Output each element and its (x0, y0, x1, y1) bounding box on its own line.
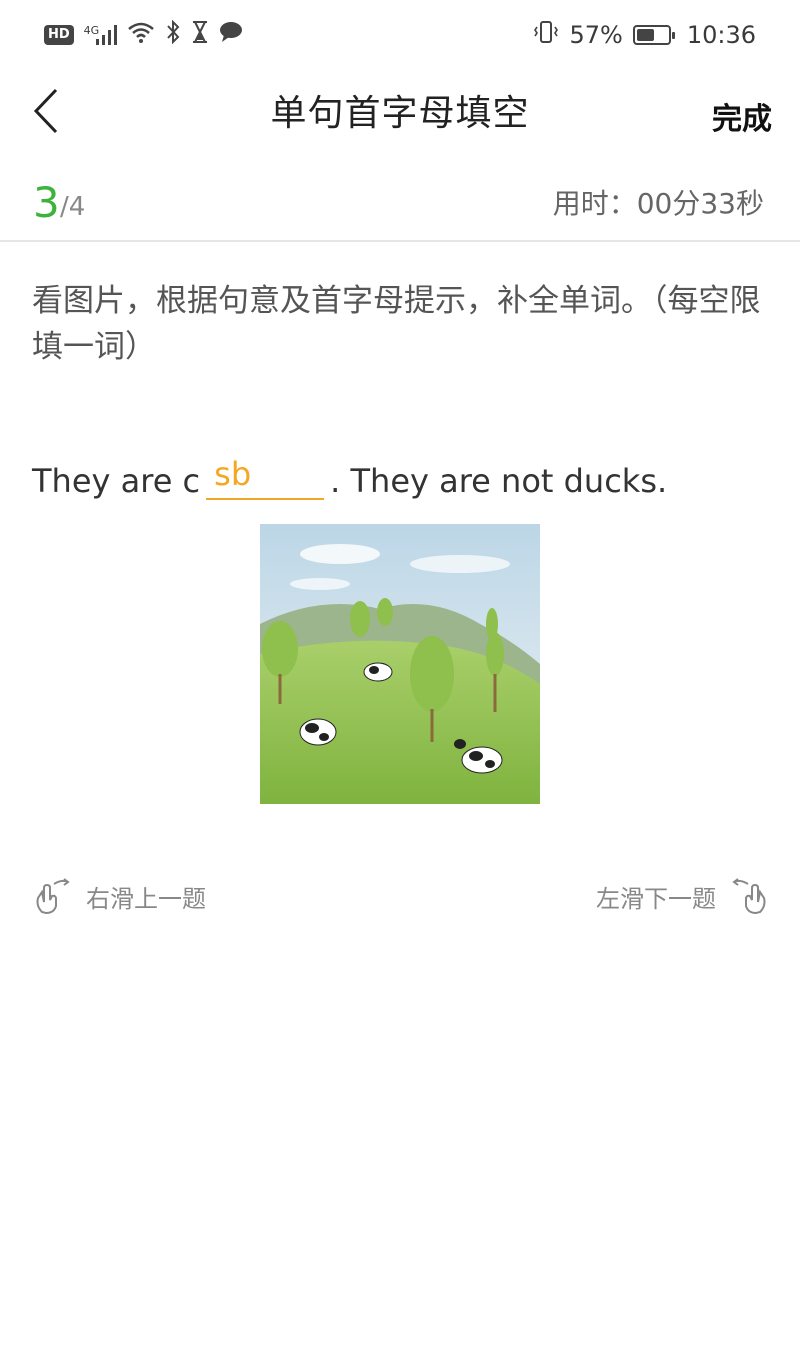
sentence-before: They are c (32, 462, 201, 500)
swipe-prev-hint: 右滑上一题 (32, 876, 206, 916)
answer-input[interactable]: sb (206, 448, 325, 500)
question-instruction: 看图片，根据句意及首字母提示，补全单词。（每空限填一词） (32, 283, 761, 365)
swipe-next-hint: 左滑下一题 (596, 876, 770, 916)
clock: 10:36 (686, 21, 756, 49)
battery-icon (632, 25, 675, 45)
battery-level (636, 29, 654, 41)
swipe-next-label: 左滑下一题 (596, 884, 716, 913)
status-left: HD 4G (44, 19, 243, 50)
done-button[interactable]: 完成 (712, 94, 772, 138)
question-sentence: They are c sb . They are not ducks. (32, 448, 667, 500)
nav-bar: 单句首字母填空 完成 (0, 70, 800, 150)
page-title: 单句首字母填空 (270, 93, 530, 134)
vibrate-icon (533, 20, 559, 50)
hourglass-icon (191, 20, 209, 50)
bluetooth-icon (165, 19, 181, 50)
swipe-prev-label: 右滑上一题 (86, 884, 206, 913)
battery-percent: 57% (569, 21, 623, 49)
progress-row: 3 /4 用时：00分33秒 (0, 170, 800, 242)
question-image (260, 524, 540, 804)
question-current-number: 3 (33, 178, 60, 227)
elapsed-timer: 用时：00分33秒 (552, 187, 764, 220)
status-bar: HD 4G 57% 10:36 (0, 0, 800, 70)
swipe-right-hand-icon (36, 878, 70, 915)
swipe-left-hand-icon (732, 878, 766, 915)
status-right: 57% 10:36 (533, 20, 756, 50)
question-total: /4 (60, 192, 86, 222)
message-icon (219, 21, 243, 49)
sentence-after: . They are not ducks. (330, 462, 668, 500)
hd-icon: HD (44, 25, 74, 45)
wifi-icon (127, 21, 155, 49)
network-type: 4G (83, 24, 100, 37)
signal-icon: 4G (83, 24, 118, 45)
